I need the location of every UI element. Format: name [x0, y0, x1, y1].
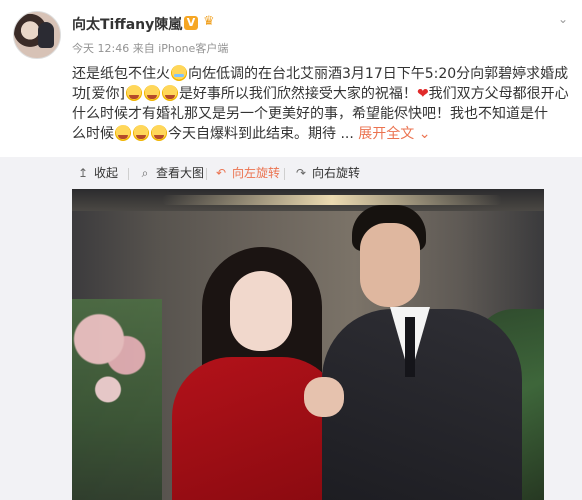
- photo-light: [162, 195, 502, 205]
- verified-badge: V: [184, 16, 198, 30]
- photo-flowers: [72, 299, 162, 500]
- post-source: 来自 iPhone客户端: [132, 42, 229, 55]
- post-line-2: 功[爱你] 是好事所以我们欣然接受大家的祝福！❤我们双方父母都很开心: [72, 85, 569, 102]
- emoji-laugh-icon: [161, 85, 178, 101]
- view-large-image-button[interactable]: ⌕ 查看大图: [138, 157, 204, 189]
- post-time[interactable]: 今天 12:46: [72, 42, 129, 55]
- post-line-3: 什么时候才有婚礼那又是另一个更美好的事，希望能侭快吧！我也不知道是什: [72, 106, 548, 122]
- rotate-right-icon: ↷: [295, 166, 307, 180]
- post-text: 还是纸包不住火 向佐低调的在台北艾丽酒3月17日下午5:20分向郭碧婷求婚成 功[…: [72, 64, 572, 144]
- collapse-icon: ↥: [77, 166, 89, 180]
- photo-woman-face: [230, 271, 292, 351]
- post-photo[interactable]: [72, 189, 544, 500]
- crown-icon: ♛: [203, 14, 215, 29]
- emoji-laugh-icon: [125, 85, 142, 101]
- toolbar-divider: [284, 168, 285, 180]
- rotate-right-button[interactable]: ↷ 向右旋转: [294, 157, 360, 189]
- search-icon: ⌕: [141, 166, 149, 180]
- photo-man-tie: [405, 317, 415, 377]
- photo-man-suit: [322, 309, 522, 500]
- post-line-1: 还是纸包不住火 向佐低调的在台北艾丽酒3月17日下午5:20分向郭碧婷求婚成: [72, 65, 569, 82]
- photo-man-face: [360, 223, 420, 307]
- emoji-laugh-icon: [151, 125, 167, 141]
- chevron-down-icon: ⌄: [418, 126, 431, 142]
- chevron-down-icon[interactable]: ⌄: [556, 12, 570, 26]
- avatar[interactable]: [13, 11, 61, 59]
- emoji-laugh-icon: [133, 125, 149, 141]
- post-header: 向太Tiffany陳嵐 V ♛ 今天 12:46 来自 iPhone客户端 ⌄: [0, 0, 582, 60]
- rotate-left-icon: ↶: [215, 166, 227, 180]
- emoji-laugh-icon: [143, 85, 160, 101]
- toolbar-divider: [206, 168, 207, 180]
- post-line-4: 么时候 今天自爆料到此结束。期待 ... 展开全文 ⌄: [72, 125, 431, 142]
- emoji-cry-icon: [171, 65, 187, 81]
- username[interactable]: 向太Tiffany陳嵐: [72, 14, 182, 34]
- photo-holding-hands: [304, 377, 344, 417]
- rotate-left-button[interactable]: ↶ 向左旋转: [214, 157, 280, 189]
- toolbar-divider: [128, 168, 129, 180]
- image-toolbar: ↥ 收起 ⌕ 查看大图 ↶ 向左旋转 ↷ 向右旋转: [0, 157, 582, 189]
- heart-icon: ❤: [416, 86, 429, 102]
- collapse-button[interactable]: ↥ 收起: [76, 157, 118, 189]
- emoji-laugh-icon: [115, 125, 131, 141]
- expand-full-text-link[interactable]: 展开全文 ⌄: [358, 126, 430, 142]
- post-meta: 今天 12:46 来自 iPhone客户端: [72, 40, 228, 56]
